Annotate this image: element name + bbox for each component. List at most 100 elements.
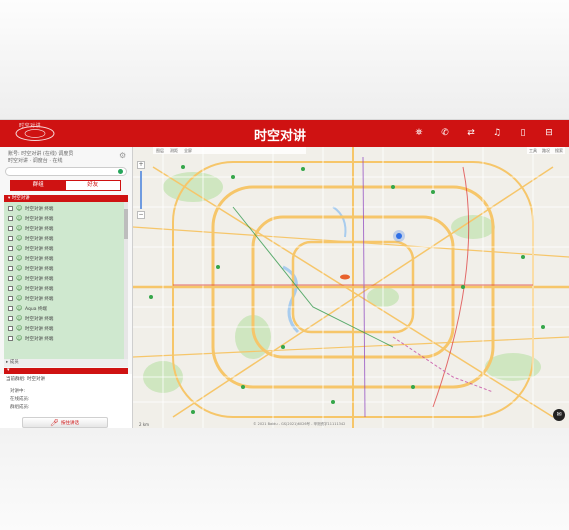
list-item[interactable]: ☺ 时空对讲 终端 xyxy=(8,314,53,323)
member-name: 时空对讲 终端 xyxy=(25,256,54,262)
person-icon: ☺ xyxy=(16,204,23,212)
tab-groups[interactable]: 群组 xyxy=(11,181,66,190)
person-icon: ☺ xyxy=(16,284,23,292)
talk-panel: 当前群组: 时空对讲 对讲中: 在线成员: 群组成员: 🎤︎ 按住讲话 xyxy=(0,374,132,428)
zoom-out-button[interactable]: − xyxy=(137,211,145,219)
list-item[interactable]: ☺ 时空对讲 终端 xyxy=(8,254,53,263)
title-bar: 时空对讲 时空对讲 ⛯ ✆ ⇄ ♫ ▯ ⊟ xyxy=(0,120,569,147)
search-icon[interactable] xyxy=(118,169,123,174)
map-view[interactable]: 图层 测距 全屏 工具 路况 搜索 + − 2 km © 2021 Baidu … xyxy=(133,147,569,428)
online-members-label: 在线成员: xyxy=(10,397,30,402)
tools-button[interactable]: 工具 xyxy=(529,148,537,154)
map-right-tools: 工具 路况 搜索 xyxy=(527,147,565,154)
map-canvas xyxy=(133,147,569,428)
person-icon: ☺ xyxy=(16,304,23,312)
list-item[interactable]: ☺ 时空对讲 终端 xyxy=(8,264,53,273)
gear-icon[interactable]: ⚙ xyxy=(119,151,126,160)
app-title: 时空对讲 xyxy=(253,129,306,144)
logo-text: 时空对讲 xyxy=(19,123,42,129)
user-status-line: 时空对讲 · 调度台 · 在线 xyxy=(8,158,63,164)
member-name: 时空对讲 终端 xyxy=(25,246,54,252)
zoom-in-button[interactable]: + xyxy=(137,161,145,169)
member-name: 时空对讲 终端 xyxy=(25,326,54,332)
microphone-icon: 🎤︎ xyxy=(50,419,59,427)
app-window: 时空对讲 时空对讲 ⛯ ✆ ⇄ ♫ ▯ ⊟ 账号: 时空对讲 (在线) 调度员 … xyxy=(0,119,569,428)
list-item[interactable]: ☺ 时空对讲 终端 xyxy=(8,224,53,233)
search-button[interactable]: 搜索 xyxy=(555,148,563,154)
checkbox[interactable] xyxy=(8,336,13,341)
tab-switch: 群组 好友 xyxy=(10,180,121,191)
zoom-control: + − xyxy=(137,161,145,219)
user-info-line: 账号: 时空对讲 (在线) 调度员 xyxy=(8,151,74,157)
contacts-icon[interactable]: ⛯ xyxy=(413,127,425,139)
person-icon: ☺ xyxy=(16,244,23,252)
list-item[interactable]: ☺ 时空对讲 终端 xyxy=(8,204,53,213)
member-name: 时空对讲 终端 xyxy=(25,266,54,272)
search-input[interactable] xyxy=(5,167,127,176)
checkbox[interactable] xyxy=(8,306,13,311)
person-icon: ☺ xyxy=(16,334,23,342)
map-top-toolbar: 图层 测距 全屏 xyxy=(153,147,306,154)
checkbox[interactable] xyxy=(8,246,13,251)
fullscreen-button[interactable]: 全屏 xyxy=(184,148,192,154)
close-icon[interactable]: ⊟ xyxy=(543,127,555,139)
measure-button[interactable]: 测距 xyxy=(170,148,178,154)
list-item[interactable]: ☺ 时空对讲 终端 xyxy=(8,334,53,343)
titlebar-icons: ⛯ ✆ ⇄ ♫ ▯ ⊟ xyxy=(413,127,555,139)
checkbox[interactable] xyxy=(8,216,13,221)
member-name: 时空对讲 终端 xyxy=(25,316,54,322)
list-item[interactable]: ☺ 时空对讲 终端 xyxy=(8,284,53,293)
chat-icon[interactable]: ✉ xyxy=(553,409,565,421)
left-panel: 账号: 时空对讲 (在线) 调度员 时空对讲 · 调度台 · 在线 ⚙ 群组 好… xyxy=(0,147,133,428)
member-name: Aqua 终端 xyxy=(25,306,47,312)
checkbox[interactable] xyxy=(8,206,13,211)
member-name: 时空对讲 终端 xyxy=(25,296,54,302)
list-item[interactable]: ☺ 时空对讲 终端 xyxy=(8,294,53,303)
person-icon: ☺ xyxy=(16,274,23,282)
current-group-label: 当前群组: 时空对讲 xyxy=(6,377,45,382)
person-icon: ☺ xyxy=(16,224,23,232)
checkbox[interactable] xyxy=(8,276,13,281)
checkbox[interactable] xyxy=(8,296,13,301)
scrollbar-thumb[interactable] xyxy=(124,209,128,239)
member-name: 时空对讲 终端 xyxy=(25,236,54,242)
checkbox[interactable] xyxy=(8,236,13,241)
member-name: 时空对讲 终端 xyxy=(25,206,54,212)
map-scale: 2 km xyxy=(139,422,150,427)
link-icon[interactable]: ⇄ xyxy=(465,127,477,139)
checkbox[interactable] xyxy=(8,286,13,291)
phone-icon[interactable]: ✆ xyxy=(439,127,451,139)
chevron-down-icon: ▾ xyxy=(7,367,10,373)
map-copyright: © 2021 Baidu - GS(2021)6026号 - 甲测资字11111… xyxy=(253,422,346,426)
list-item[interactable]: ☺ Aqua 终端 xyxy=(8,304,47,313)
member-name: 时空对讲 终端 xyxy=(25,286,54,292)
push-to-talk-button[interactable]: 🎤︎ 按住讲话 xyxy=(22,417,108,428)
checkbox[interactable] xyxy=(8,326,13,331)
list-item[interactable]: ☺ 时空对讲 终端 xyxy=(8,214,53,223)
member-name: 时空对讲 终端 xyxy=(25,226,54,232)
list-item[interactable]: ☺ 时空对讲 终端 xyxy=(8,324,53,333)
person-icon: ☺ xyxy=(16,314,23,322)
list-item[interactable]: ☺ 时空对讲 终端 xyxy=(8,244,53,253)
member-name: 时空对讲 终端 xyxy=(25,336,54,342)
checkbox[interactable] xyxy=(8,226,13,231)
checkbox[interactable] xyxy=(8,256,13,261)
group-header[interactable]: ▾ 时空对讲 xyxy=(4,195,128,202)
zoom-slider[interactable] xyxy=(140,171,142,209)
traffic-button[interactable]: 路况 xyxy=(542,148,550,154)
window-icon[interactable]: ▯ xyxy=(517,127,529,139)
members-bar[interactable]: ▸ 成员 xyxy=(4,359,128,367)
tab-friends[interactable]: 好友 xyxy=(65,181,120,190)
layer-button[interactable]: 图层 xyxy=(156,148,164,154)
list-item[interactable]: ☺ 时空对讲 终端 xyxy=(8,234,53,243)
checkbox[interactable] xyxy=(8,316,13,321)
person-icon: ☺ xyxy=(16,234,23,242)
person-icon: ☺ xyxy=(16,264,23,272)
background-top xyxy=(0,0,569,119)
group-members-label: 群组成员: xyxy=(10,405,30,410)
bell-icon[interactable]: ♫ xyxy=(491,127,503,139)
person-icon: ☺ xyxy=(16,214,23,222)
list-item[interactable]: ☺ 时空对讲 终端 xyxy=(8,274,53,283)
talking-label: 对讲中: xyxy=(10,389,26,394)
checkbox[interactable] xyxy=(8,266,13,271)
